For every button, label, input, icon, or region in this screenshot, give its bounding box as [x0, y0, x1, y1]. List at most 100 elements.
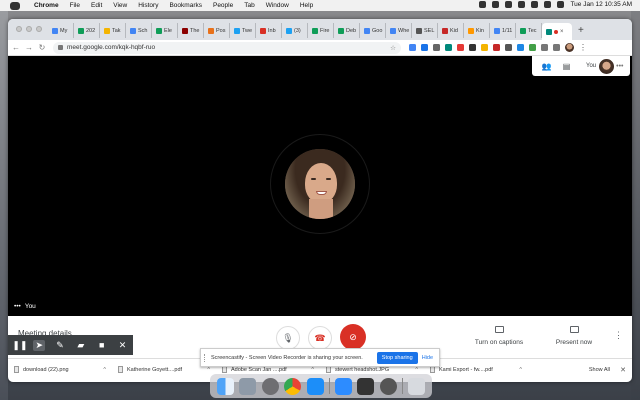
download-item[interactable]: Kami Export - fw....pdf ^ — [424, 366, 528, 373]
chevron-up-icon[interactable]: ^ — [311, 367, 314, 373]
highlighter-icon[interactable]: ▰ — [75, 340, 87, 351]
tab-0[interactable]: My — [48, 23, 74, 38]
chevron-up-icon[interactable]: ^ — [415, 367, 418, 373]
extension-icon[interactable] — [529, 44, 536, 51]
more-options-button[interactable]: ⋮ — [614, 330, 623, 341]
extension-icon[interactable] — [409, 44, 416, 51]
pause-icon[interactable]: ❚❚ — [12, 340, 27, 351]
captions-button[interactable]: Turn on captions — [474, 326, 524, 346]
tab-9[interactable]: (3) — [282, 23, 308, 38]
menu-tab[interactable]: Tab — [244, 2, 254, 9]
forward-button[interactable]: → — [24, 43, 34, 52]
lock-icon[interactable] — [58, 45, 63, 50]
extension-icon[interactable] — [517, 44, 524, 51]
chrome-icon[interactable] — [284, 377, 302, 395]
tab-14[interactable]: SEL — [412, 23, 438, 38]
status-icon[interactable] — [505, 1, 513, 8]
media-icon[interactable] — [541, 44, 548, 51]
minimize-window-button[interactable] — [26, 26, 32, 32]
menu-bookmarks[interactable]: Bookmarks — [169, 2, 202, 9]
menu-history[interactable]: History — [138, 2, 158, 9]
system-preferences-icon[interactable] — [261, 377, 279, 395]
stop-sharing-button[interactable]: Stop sharing — [376, 351, 418, 364]
tab-15[interactable]: Kid — [438, 23, 464, 38]
self-tile-avatar[interactable] — [599, 58, 615, 74]
status-icon[interactable] — [479, 1, 487, 8]
battery-icon[interactable] — [544, 1, 552, 8]
tab-3[interactable]: Sch — [126, 23, 152, 38]
chat-icon[interactable]: ▤ — [561, 62, 572, 71]
finder-icon[interactable] — [216, 377, 234, 395]
pen-icon[interactable]: ✎ — [54, 340, 66, 351]
tab-7[interactable]: Twe — [230, 23, 256, 38]
apple-menu-icon[interactable] — [10, 1, 20, 10]
list-icon[interactable] — [553, 44, 560, 51]
chevron-up-icon[interactable]: ^ — [207, 367, 210, 373]
search-icon[interactable] — [557, 1, 565, 8]
extension-icon[interactable] — [469, 44, 476, 51]
extension-icon[interactable] — [433, 44, 440, 51]
leave-call-button[interactable]: ☎ — [308, 326, 332, 350]
tab-12[interactable]: Goo — [360, 23, 386, 38]
participants-icon[interactable]: 👥 — [541, 62, 552, 71]
profile-avatar[interactable] — [565, 43, 574, 52]
browser-menu-icon[interactable]: ⋮ — [579, 43, 587, 52]
microphone-button[interactable]: 🎙 — [276, 326, 300, 350]
extension-icon[interactable] — [445, 44, 452, 51]
cursor-icon[interactable]: ➤ — [33, 339, 46, 351]
reload-button[interactable]: ↻ — [37, 43, 47, 52]
tab-2[interactable]: Tak — [100, 23, 126, 38]
show-all-downloads-button[interactable]: Show All — [589, 367, 610, 373]
close-icon[interactable]: ✕ — [117, 340, 129, 351]
new-tab-button[interactable]: + — [578, 25, 584, 36]
menu-help[interactable]: Help — [300, 2, 313, 9]
tab-17[interactable]: 1/11 — [490, 23, 516, 38]
tab-1[interactable]: 202 — [74, 23, 100, 38]
hide-button[interactable]: Hide — [422, 355, 433, 361]
tab-11[interactable]: Deb — [334, 23, 360, 38]
tab-4[interactable]: Ele — [152, 23, 178, 38]
launchpad-icon[interactable] — [239, 377, 257, 395]
screenshot-icon[interactable] — [379, 377, 397, 395]
download-item[interactable]: Adobe Scan Jan ....pdf ^ — [216, 366, 320, 373]
wifi-icon[interactable] — [531, 1, 539, 8]
menu-file[interactable]: File — [70, 2, 80, 9]
more-options-icon[interactable]: ••• — [14, 303, 21, 310]
trash-icon[interactable] — [408, 377, 426, 395]
drag-handle[interactable] — [204, 353, 208, 362]
app-store-icon[interactable] — [306, 377, 324, 395]
tab-16[interactable]: Kin — [464, 23, 490, 38]
tab-8[interactable]: Inb — [256, 23, 282, 38]
menu-clock[interactable]: Tue Jan 12 10:35 AM — [570, 1, 632, 8]
tab-active-meet[interactable]: × — [542, 23, 572, 40]
menu-people[interactable]: People — [213, 2, 233, 9]
tab-5[interactable]: The — [178, 23, 204, 38]
download-item[interactable]: Katherine Goyett....pdf ^ — [112, 366, 216, 373]
download-item[interactable]: stewert headshot.JPG ^ — [320, 366, 424, 373]
extension-icon[interactable] — [421, 44, 428, 51]
menu-view[interactable]: View — [113, 2, 127, 9]
extension-icon[interactable] — [493, 44, 500, 51]
back-button[interactable]: ← — [11, 43, 21, 52]
chevron-up-icon[interactable]: ^ — [103, 367, 106, 373]
status-icon[interactable] — [518, 1, 526, 8]
calculator-icon[interactable] — [357, 377, 375, 395]
camera-icon[interactable]: ■ — [96, 340, 108, 350]
menu-edit[interactable]: Edit — [91, 2, 102, 9]
puzzle-icon[interactable] — [505, 44, 512, 51]
chevron-up-icon[interactable]: ^ — [519, 367, 522, 373]
address-bar[interactable]: meet.google.com/kqk-hqbf-ruo ☆ — [53, 41, 401, 54]
zoom-window-button[interactable] — [36, 26, 42, 32]
bookmark-star-icon[interactable]: ☆ — [390, 44, 396, 52]
camera-off-button[interactable]: ⊘ — [340, 324, 366, 350]
close-downloads-icon[interactable]: ✕ — [620, 366, 626, 374]
menu-app-name[interactable]: Chrome — [34, 2, 59, 9]
tab-10[interactable]: Fire — [308, 23, 334, 38]
extension-icon[interactable] — [457, 44, 464, 51]
zoom-icon[interactable] — [334, 377, 352, 395]
status-icon[interactable] — [492, 1, 500, 8]
download-item[interactable]: download (22).png ^ — [8, 366, 112, 373]
tab-6[interactable]: Pos — [204, 23, 230, 38]
extension-icon[interactable] — [481, 44, 488, 51]
more-icon[interactable]: ••• — [616, 63, 623, 70]
